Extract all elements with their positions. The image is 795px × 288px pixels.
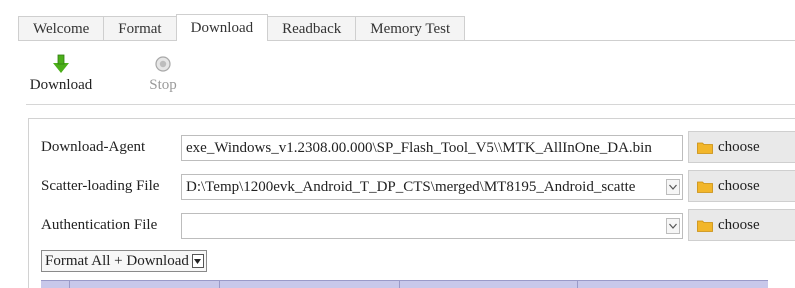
- scatter-file-row: Scatter-loading File D:\Temp\1200evk_And…: [41, 170, 795, 202]
- auth-file-combobox[interactable]: [181, 213, 683, 239]
- scatter-file-choose-button[interactable]: choose: [688, 170, 795, 202]
- tab-bar: Welcome Format Download Readback Memory …: [18, 14, 466, 41]
- download-settings-panel: Download-Agent exe_Windows_v1.2308.00.00…: [28, 118, 795, 288]
- stop-button-label: Stop: [149, 77, 177, 93]
- download-button[interactable]: Download: [24, 54, 98, 94]
- dropdown-arrow-icon: [191, 254, 204, 268]
- tab-format[interactable]: Format: [103, 16, 177, 41]
- chevron-down-icon[interactable]: [666, 179, 680, 195]
- stop-icon: [153, 54, 173, 74]
- scatter-file-label: Scatter-loading File: [41, 178, 160, 194]
- download-mode-select[interactable]: Format All + Download: [41, 250, 207, 272]
- tab-readback[interactable]: Readback: [267, 16, 357, 41]
- scatter-file-combobox[interactable]: D:\Temp\1200evk_Android_T_DP_CTS\merged\…: [181, 174, 683, 200]
- scatter-file-value: D:\Temp\1200evk_Android_T_DP_CTS\merged\…: [186, 179, 636, 195]
- folder-icon: [697, 180, 713, 193]
- tab-download[interactable]: Download: [175, 14, 269, 41]
- auth-file-label: Authentication File: [41, 217, 158, 233]
- tab-memory-test[interactable]: Memory Test: [355, 16, 466, 41]
- choose-label: choose: [718, 138, 760, 155]
- tab-welcome[interactable]: Welcome: [18, 16, 105, 41]
- auth-file-row: Authentication File choose: [41, 209, 795, 241]
- choose-label: choose: [718, 177, 760, 194]
- download-agent-field[interactable]: exe_Windows_v1.2308.00.000\SP_Flash_Tool…: [181, 135, 683, 161]
- arrow-down-icon: [51, 54, 71, 74]
- flash-tool-window: Welcome Format Download Readback Memory …: [0, 0, 795, 288]
- download-mode-value: Format All + Download: [45, 253, 189, 269]
- download-button-label: Download: [29, 77, 93, 93]
- folder-icon: [697, 141, 713, 154]
- toolbar: Download Stop: [24, 54, 228, 94]
- folder-icon: [697, 219, 713, 232]
- stop-button[interactable]: Stop: [126, 54, 200, 94]
- tab-underline: [18, 40, 795, 41]
- download-agent-label: Download-Agent: [41, 139, 146, 155]
- auth-file-choose-button[interactable]: choose: [688, 209, 795, 241]
- download-agent-row: Download-Agent exe_Windows_v1.2308.00.00…: [41, 131, 795, 163]
- download-agent-choose-button[interactable]: choose: [688, 131, 795, 163]
- toolbar-separator: [26, 104, 795, 105]
- choose-label: choose: [718, 216, 760, 233]
- chevron-down-icon[interactable]: [666, 218, 680, 234]
